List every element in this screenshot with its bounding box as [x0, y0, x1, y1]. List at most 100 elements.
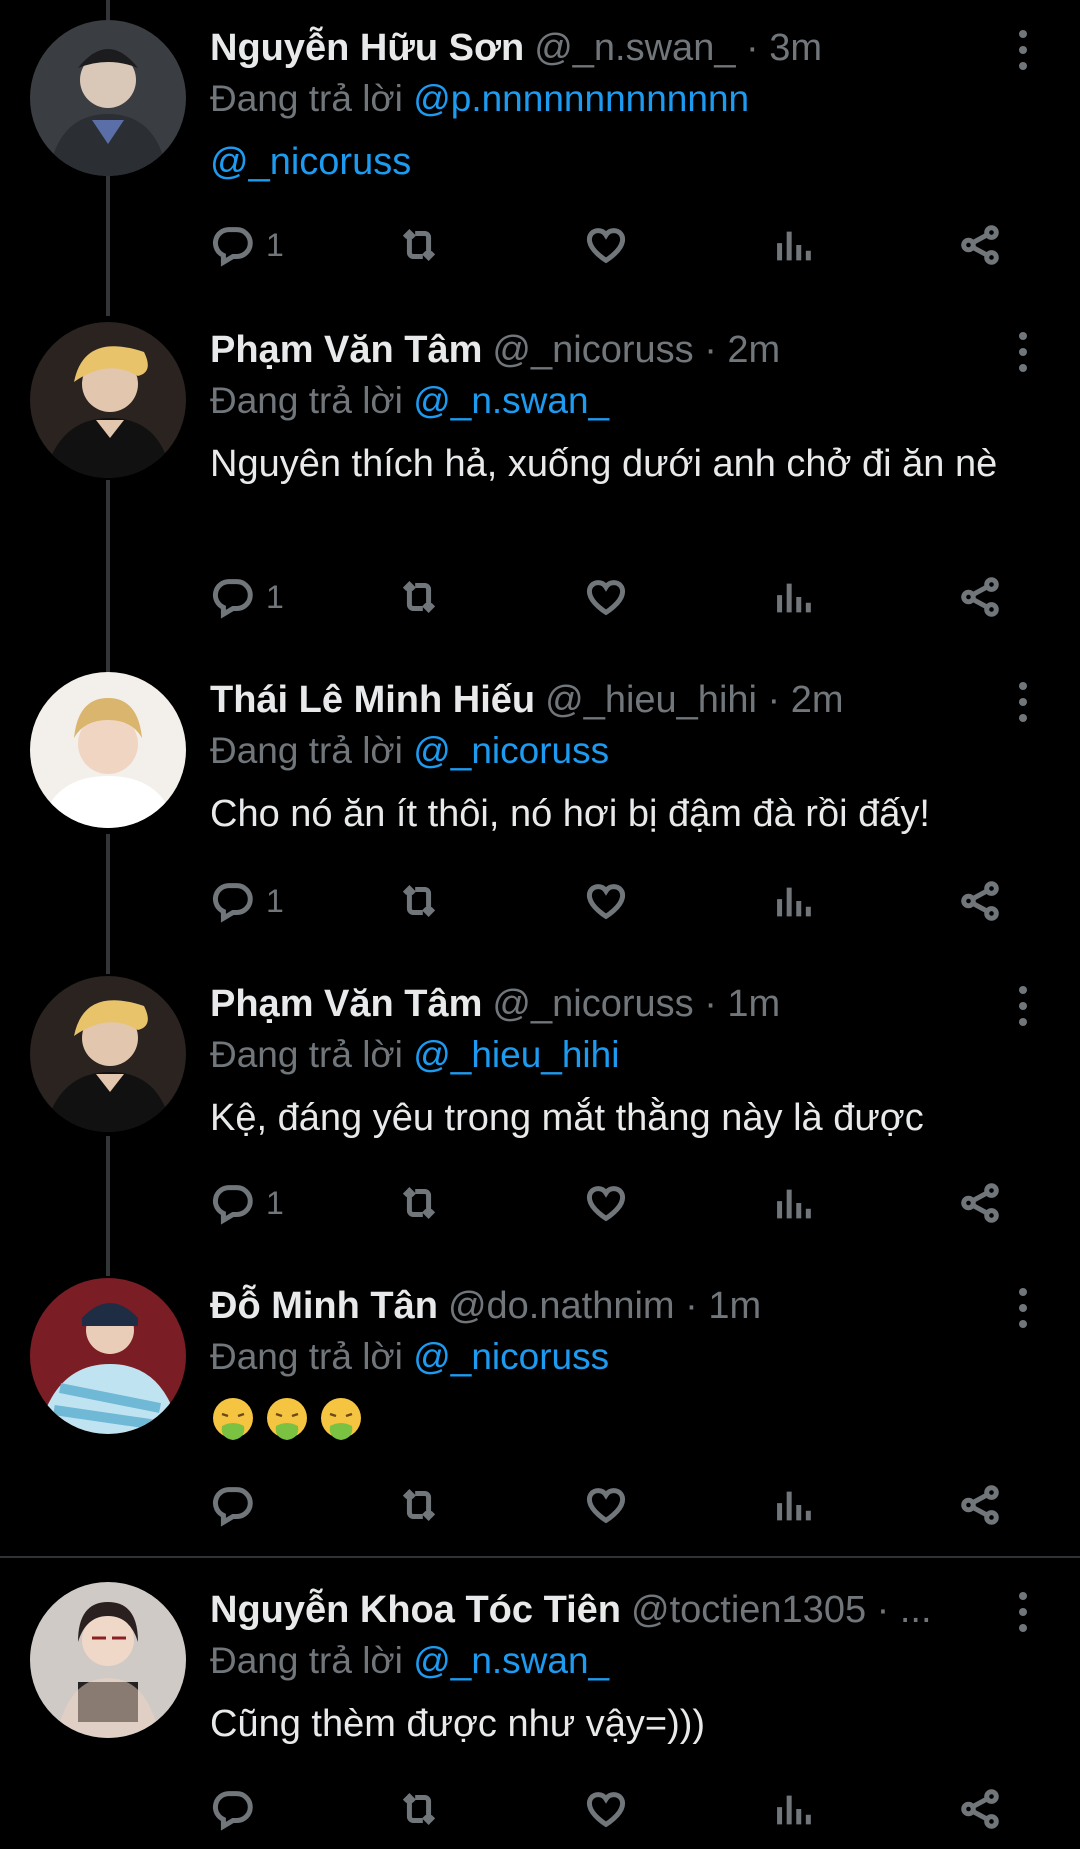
- reply-icon: [210, 574, 256, 620]
- mention-link[interactable]: @_n.swan_: [413, 380, 609, 421]
- author-handle[interactable]: @_hieu_hihi: [545, 679, 757, 721]
- reply-button[interactable]: 1: [210, 222, 284, 268]
- author-handle[interactable]: @_n.swan_: [534, 27, 735, 69]
- author-name[interactable]: Đỗ Minh Tân: [210, 1278, 438, 1334]
- mention-link[interactable]: @_nicoruss: [413, 1336, 609, 1377]
- author-name[interactable]: Nguyễn Hữu Sơn: [210, 20, 524, 76]
- retweet-icon: [396, 1786, 442, 1832]
- timestamp: 2m: [727, 329, 781, 371]
- timestamp: 1m: [708, 1285, 762, 1327]
- tweet-text[interactable]: Cho nó ăn ít thôi, nó hơi bị đậm đà rồi …: [210, 790, 1020, 838]
- more-icon[interactable]: [1008, 30, 1038, 70]
- share-button[interactable]: [957, 1786, 1003, 1832]
- reply-icon: [210, 1482, 256, 1528]
- like-button[interactable]: [583, 1180, 629, 1226]
- more-icon[interactable]: [1008, 986, 1038, 1026]
- share-icon: [957, 1180, 1003, 1226]
- vomit-emoji-icon: [321, 1398, 361, 1440]
- author-name[interactable]: Phạm Văn Tâm: [210, 322, 482, 378]
- share-icon: [957, 1786, 1003, 1832]
- vomit-emoji-icon: [213, 1398, 253, 1440]
- more-icon[interactable]: [1008, 1288, 1038, 1328]
- more-icon[interactable]: [1008, 682, 1038, 722]
- views-icon: [770, 222, 816, 268]
- share-button[interactable]: [957, 1180, 1003, 1226]
- reply-icon: [210, 878, 256, 924]
- share-icon: [957, 878, 1003, 924]
- author-handle[interactable]: @do.nathnim: [448, 1285, 675, 1327]
- tweet-actions: 1: [210, 574, 1040, 624]
- thread-connector: [106, 0, 110, 20]
- author-name[interactable]: Thái Lê Minh Hiếu: [210, 672, 535, 728]
- retweet-button[interactable]: [396, 574, 442, 620]
- like-button[interactable]: [583, 222, 629, 268]
- tweet-text[interactable]: Cũng thèm được như vậy=))): [210, 1700, 1020, 1748]
- views-icon: [770, 1180, 816, 1226]
- views-button[interactable]: [770, 878, 816, 924]
- like-button[interactable]: [583, 878, 629, 924]
- mention-link[interactable]: @_n.swan_: [413, 1640, 609, 1681]
- like-icon: [583, 1786, 629, 1832]
- like-button[interactable]: [583, 1482, 629, 1528]
- avatar[interactable]: [30, 1278, 186, 1434]
- thread-connector: [106, 480, 110, 672]
- like-button[interactable]: [583, 574, 629, 620]
- share-icon: [957, 574, 1003, 620]
- thread-connector: [106, 834, 110, 974]
- share-button[interactable]: [957, 222, 1003, 268]
- thread-connector: [106, 1136, 110, 1276]
- views-button[interactable]: [770, 1786, 816, 1832]
- tweet-actions: [210, 1786, 1040, 1836]
- mention-link[interactable]: @p.nnnnnnnnnnnnn: [413, 78, 749, 119]
- share-button[interactable]: [957, 574, 1003, 620]
- like-icon: [583, 1180, 629, 1226]
- more-icon[interactable]: [1008, 1592, 1038, 1632]
- retweet-button[interactable]: [396, 878, 442, 924]
- mention-link[interactable]: @_nicoruss: [413, 730, 609, 771]
- tweet-text[interactable]: Nguyên thích hả, xuống dưới anh chở đi ă…: [210, 440, 1020, 488]
- author-handle[interactable]: @_nicoruss: [492, 983, 693, 1025]
- tweet-text[interactable]: @_nicoruss: [210, 138, 1020, 186]
- replying-to: Đang trả lời @_nicoruss: [210, 730, 610, 771]
- avatar[interactable]: [30, 20, 186, 176]
- share-icon: [957, 1482, 1003, 1528]
- tweet-text[interactable]: Kệ, đáng yêu trong mắt thằng này là được: [210, 1094, 1020, 1142]
- views-button[interactable]: [770, 1180, 816, 1226]
- retweet-icon: [396, 878, 442, 924]
- replying-to: Đang trả lời @_n.swan_: [210, 1640, 610, 1681]
- reply-button[interactable]: 1: [210, 1180, 284, 1226]
- reply-button[interactable]: [210, 1482, 256, 1528]
- avatar[interactable]: [30, 672, 186, 828]
- timestamp: ...: [899, 1589, 932, 1631]
- thread-connector: [106, 176, 110, 316]
- avatar[interactable]: [30, 322, 186, 478]
- views-button[interactable]: [770, 574, 816, 620]
- reply-count: 1: [266, 226, 284, 263]
- like-icon: [583, 574, 629, 620]
- reply-button[interactable]: 1: [210, 878, 284, 924]
- share-button[interactable]: [957, 1482, 1003, 1528]
- retweet-icon: [396, 574, 442, 620]
- tweet-text[interactable]: 🤮🤮🤮: [210, 1396, 1020, 1442]
- reply-icon: [210, 1180, 256, 1226]
- reply-button[interactable]: [210, 1786, 256, 1832]
- views-button[interactable]: [770, 222, 816, 268]
- retweet-icon: [396, 222, 442, 268]
- author-handle[interactable]: @_nicoruss: [492, 329, 693, 371]
- like-button[interactable]: [583, 1786, 629, 1832]
- author-name[interactable]: Nguyễn Khoa Tóc Tiên: [210, 1582, 621, 1638]
- avatar[interactable]: [30, 976, 186, 1132]
- retweet-button[interactable]: [396, 222, 442, 268]
- retweet-icon: [396, 1180, 442, 1226]
- more-icon[interactable]: [1008, 332, 1038, 372]
- retweet-button[interactable]: [396, 1786, 442, 1832]
- mention-link[interactable]: @_hieu_hihi: [413, 1034, 619, 1075]
- author-handle[interactable]: @toctien1305: [631, 1589, 866, 1631]
- reply-button[interactable]: 1: [210, 574, 284, 620]
- views-button[interactable]: [770, 1482, 816, 1528]
- retweet-button[interactable]: [396, 1180, 442, 1226]
- avatar[interactable]: [30, 1582, 186, 1738]
- share-button[interactable]: [957, 878, 1003, 924]
- author-name[interactable]: Phạm Văn Tâm: [210, 976, 482, 1032]
- retweet-button[interactable]: [396, 1482, 442, 1528]
